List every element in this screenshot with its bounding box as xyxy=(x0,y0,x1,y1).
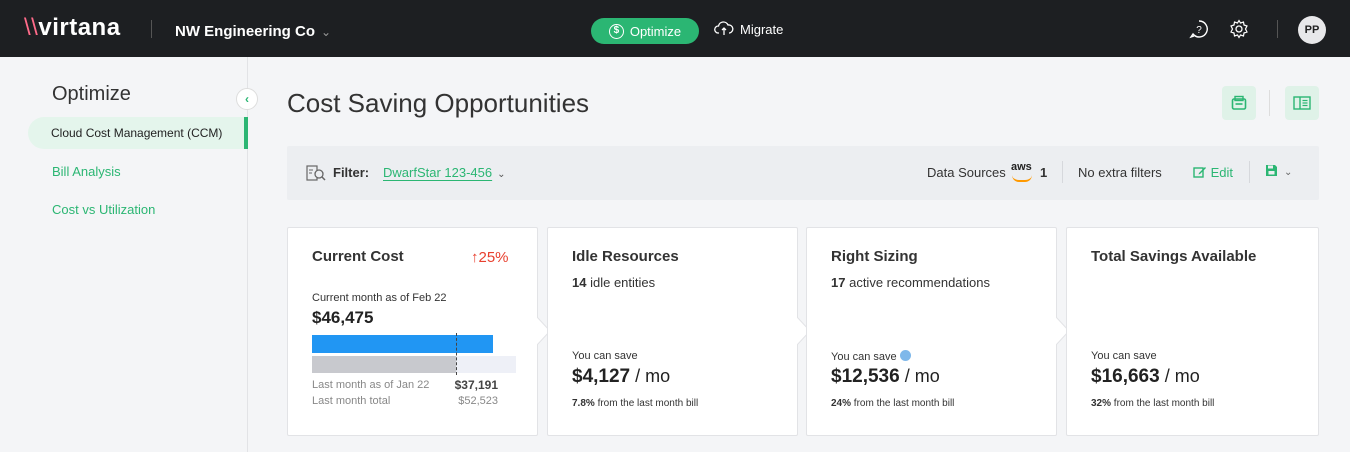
report-button[interactable] xyxy=(1222,86,1256,120)
migrate-tab[interactable]: Migrate xyxy=(714,21,783,37)
save-filter-button[interactable]: ⌄ xyxy=(1265,163,1292,178)
aws-logo-icon: aws xyxy=(1011,161,1032,182)
chevron-down-icon: ⌄ xyxy=(497,169,506,180)
book-icon xyxy=(1293,96,1311,110)
chevron-down-icon: ⌄ xyxy=(321,25,332,39)
card-title: Total Savings Available xyxy=(1091,248,1257,265)
edit-filter-button[interactable]: Edit xyxy=(1193,165,1233,180)
virtana-logo[interactable]: \\virtana xyxy=(24,14,121,42)
filter-label: Filter: xyxy=(333,165,370,180)
recommendation-count: 17 active recommendations xyxy=(831,275,990,290)
filter-search-icon xyxy=(306,165,326,184)
save-label: You can save xyxy=(572,350,638,362)
dollar-coin-icon: $ xyxy=(608,23,624,39)
save-percent: 7.8% from the last month bill xyxy=(572,398,699,409)
right-sizing-card[interactable]: Right Sizing 17 active recommendations Y… xyxy=(806,227,1070,436)
last-month-row: Last month as of Jan 22 $37,191 xyxy=(312,378,498,392)
arrow-up-icon: ↑ xyxy=(471,249,479,266)
last-total-value: $52,523 xyxy=(458,395,498,407)
edit-icon xyxy=(1193,167,1206,178)
help-icon[interactable]: ? xyxy=(1189,19,1209,39)
current-cost-amount: $46,475 xyxy=(312,308,374,327)
filter-value: DwarfStar 123-456 xyxy=(383,165,493,180)
org-selector[interactable]: NW Engineering Co ⌄ xyxy=(175,23,331,40)
page-title: Cost Saving Opportunities xyxy=(287,88,590,118)
current-month-bar xyxy=(312,335,493,353)
idle-resources-card[interactable]: Idle Resources 14 idle entities You can … xyxy=(547,227,811,436)
card-title: Idle Resources xyxy=(572,248,679,265)
last-month-bar xyxy=(312,356,456,373)
last-total-row: Last month total $52,523 xyxy=(312,395,498,407)
save-percent: 32% from the last month bill xyxy=(1091,398,1215,409)
panel-toggle-button[interactable] xyxy=(1285,86,1319,120)
current-month-label: Current month as of Feb 22 xyxy=(312,292,447,304)
extra-filters-text: No extra filters xyxy=(1078,165,1162,180)
last-month-value: $37,191 xyxy=(454,378,498,392)
svg-text:?: ? xyxy=(1196,25,1202,36)
org-name: NW Engineering Co xyxy=(175,23,315,40)
sidebar-item-cost-vs-utilization[interactable]: Cost vs Utilization xyxy=(52,202,155,217)
card-title: Right Sizing xyxy=(831,248,918,265)
data-sources-label: Data Sources xyxy=(927,165,1006,180)
divider xyxy=(1249,161,1250,183)
save-amount: $4,127 / mo xyxy=(572,366,671,387)
save-label: You can save xyxy=(831,350,911,363)
save-amount: $12,536 / mo xyxy=(831,366,940,387)
divider xyxy=(1062,161,1063,183)
card-title: Current Cost xyxy=(312,248,404,265)
chevron-left-icon: ‹ xyxy=(245,92,249,106)
sidebar-title: Optimize xyxy=(52,83,131,105)
total-savings-card[interactable]: Total Savings Available You can save $16… xyxy=(1066,227,1319,436)
filter-bar: Filter: DwarfStar 123-456 ⌄ Data Sources … xyxy=(287,146,1319,200)
divider xyxy=(1277,20,1278,38)
collapse-sidebar-button[interactable]: ‹ xyxy=(236,88,258,110)
divider xyxy=(151,20,152,38)
sidebar-item-ccm[interactable]: Cloud Cost Management (CCM) xyxy=(28,117,248,149)
optimize-tab[interactable]: $ Optimize xyxy=(591,18,699,44)
save-label: You can save xyxy=(1091,350,1157,362)
last-month-marker xyxy=(456,333,457,375)
filter-dropdown[interactable]: DwarfStar 123-456 ⌄ xyxy=(383,165,506,180)
sidebar: Optimize ‹ Cloud Cost Management (CCM) B… xyxy=(0,57,258,452)
save-amount: $16,663 / mo xyxy=(1091,366,1200,387)
info-icon[interactable] xyxy=(899,350,911,361)
current-cost-card[interactable]: Current Cost ↑25% Current month as of Fe… xyxy=(287,227,551,436)
save-icon xyxy=(1266,165,1277,176)
top-bar: \\virtana NW Engineering Co ⌄ $ Optimize … xyxy=(0,0,1350,57)
chevron-down-icon: ⌄ xyxy=(1284,167,1293,178)
sidebar-item-bill-analysis[interactable]: Bill Analysis xyxy=(52,164,121,179)
divider xyxy=(1269,90,1270,116)
cost-change-badge: ↑25% xyxy=(471,249,509,266)
report-icon xyxy=(1231,95,1247,110)
data-source-count[interactable]: 1 xyxy=(1040,165,1047,180)
avatar[interactable]: PP xyxy=(1298,16,1326,44)
idle-count: 14 idle entities xyxy=(572,275,656,290)
cloud-migrate-icon xyxy=(714,21,734,35)
gear-icon[interactable] xyxy=(1229,19,1249,39)
save-percent: 24% from the last month bill xyxy=(831,398,955,409)
